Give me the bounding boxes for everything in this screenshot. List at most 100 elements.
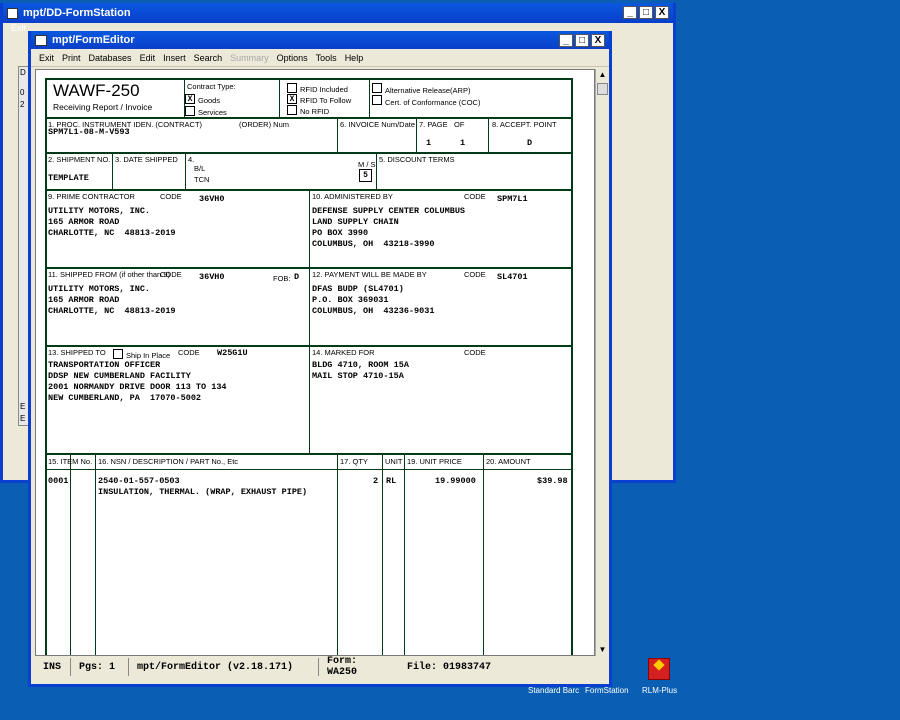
unit-price-field[interactable]: 19.99000 <box>435 476 476 487</box>
shipped-from-code-field[interactable]: 36VH0 <box>199 272 225 283</box>
menu-tools[interactable]: Tools <box>312 53 341 63</box>
coc-label: Cert. of Conformance (COC) <box>385 98 481 107</box>
marked-for-line-2[interactable]: MAIL STOP 4710-15A <box>312 371 404 382</box>
form-canvas[interactable]: WAWF-250 Receiving Report / Invoice Cont… <box>35 69 595 656</box>
scroll-thumb[interactable] <box>597 83 608 95</box>
window-titlebar[interactable]: mpt/FormEditor _ □ X <box>31 31 609 49</box>
fob-label: FOB: <box>273 274 291 283</box>
unit-field[interactable]: RL <box>386 476 396 487</box>
ship-in-place-checkbox[interactable] <box>113 349 123 359</box>
rfid-included-checkbox[interactable] <box>287 83 297 93</box>
shipment-no-label: 2. SHIPMENT NO. <box>48 155 111 164</box>
services-label: Services <box>198 108 227 117</box>
shipment-no-field[interactable]: TEMPLATE <box>48 173 89 184</box>
menu-search[interactable]: Search <box>190 53 227 63</box>
accept-point-field[interactable]: D <box>527 138 532 149</box>
status-app: mpt/FormEditor (v2.18.171) <box>129 658 319 676</box>
rfid-to-follow-checkbox[interactable]: X <box>287 94 297 104</box>
desktop-icon-label[interactable]: Standard Barc <box>528 686 579 695</box>
shipped-to-line-2[interactable]: DDSP NEW CUMBERLAND FACILITY <box>48 371 191 382</box>
form-title: WAWF-250 <box>53 81 140 100</box>
no-rfid-label: No RFID <box>300 107 330 116</box>
fob-field[interactable]: D <box>294 272 299 283</box>
prime-code-field[interactable]: 36VH0 <box>199 194 225 205</box>
form-editor-window[interactable]: mpt/FormEditor _ □ X Exit Print Database… <box>28 31 612 687</box>
menu-help[interactable]: Help <box>341 53 368 63</box>
prime-address-line-1[interactable]: UTILITY MOTORS, INC. <box>48 206 150 217</box>
maximize-button[interactable]: □ <box>575 34 589 47</box>
marked-for-line-1[interactable]: BLDG 4710, ROOM 15A <box>312 360 409 371</box>
page-number-field[interactable]: 1 <box>426 138 431 149</box>
desktop-icon-label[interactable]: RLM-Plus <box>642 686 677 695</box>
vertical-scrollbar[interactable]: ▲ ▼ <box>595 69 609 656</box>
no-rfid-checkbox[interactable] <box>287 105 297 115</box>
shipped-to-line-3[interactable]: 2001 NORMANDY DRIVE DOOR 113 TO 134 <box>48 382 227 393</box>
close-button[interactable]: X <box>591 34 605 47</box>
amount-field[interactable]: $39.98 <box>537 476 568 487</box>
status-file: File: 01983747 <box>407 661 492 673</box>
payment-line-3[interactable]: COLUMBUS, OH 43236-9031 <box>312 306 434 317</box>
item-no-header: 15. ITEM No. <box>48 457 93 466</box>
menu-insert[interactable]: Insert <box>159 53 190 63</box>
admin-address-line-2[interactable]: LAND SUPPLY CHAIN <box>312 217 399 228</box>
status-pages: Pgs: 1 <box>71 658 129 676</box>
arp-checkbox[interactable] <box>372 83 382 93</box>
shipped-to-line-1[interactable]: TRANSPORTATION OFFICER <box>48 360 160 371</box>
ms-label: M / S <box>358 160 376 169</box>
shipped-from-line-1[interactable]: UTILITY MOTORS, INC. <box>48 284 150 295</box>
arp-label: Alternative Release(ARP) <box>385 86 471 95</box>
admin-code-field[interactable]: SPM7L1 <box>497 194 528 205</box>
prime-address-line-3[interactable]: CHARLOTTE, NC 48813-2019 <box>48 228 176 239</box>
admin-address-line-4[interactable]: COLUMBUS, OH 43218-3990 <box>312 239 434 250</box>
item-no-field[interactable]: 0001 <box>48 476 68 487</box>
menu-options[interactable]: Options <box>273 53 312 63</box>
page-of-field[interactable]: 1 <box>460 138 465 149</box>
nsn-field[interactable]: 2540-01-557-0503 <box>98 476 180 487</box>
page-of-label: OF <box>454 120 465 129</box>
contract-number-field[interactable]: SPM7L1-08-M-V593 <box>48 127 130 138</box>
qty-field[interactable]: 2 <box>373 476 378 487</box>
menu-print[interactable]: Print <box>58 53 85 63</box>
status-mode: INS <box>35 658 71 676</box>
minimize-button[interactable]: _ <box>559 34 573 47</box>
accept-point-label: 8. ACCEPT. POINT <box>492 120 557 129</box>
scroll-up-arrow-icon[interactable]: ▲ <box>596 69 609 81</box>
menu-edit[interactable]: Edit <box>136 53 160 63</box>
unit-header: UNIT <box>385 457 403 466</box>
minimize-button[interactable]: _ <box>623 6 637 19</box>
admin-address-line-1[interactable]: DEFENSE SUPPLY CENTER COLUMBUS <box>312 206 465 217</box>
back-window-title: mpt/DD-FormStation <box>23 7 131 19</box>
close-button[interactable]: X <box>655 6 669 19</box>
nsn-header: 16. NSN / DESCRIPTION / PART No., Etc <box>98 457 239 466</box>
scroll-down-arrow-icon[interactable]: ▼ <box>596 644 609 656</box>
status-form: Form: WA250 <box>327 656 358 678</box>
desktop-icon-label[interactable]: FormStation <box>585 686 629 695</box>
payment-line-2[interactable]: P.O. BOX 369031 <box>312 295 389 306</box>
shipped-from-line-3[interactable]: CHARLOTTE, NC 48813-2019 <box>48 306 176 317</box>
status-bar: INS Pgs: 1 mpt/FormEditor (v2.18.171) Fo… <box>35 656 609 678</box>
back-window-titlebar[interactable]: mpt/DD-FormStation _ □ X <box>3 3 673 23</box>
shipped-to-code-field[interactable]: W25G1U <box>217 348 248 359</box>
app-icon <box>35 34 47 46</box>
shipped-from-line-2[interactable]: 165 ARMOR ROAD <box>48 295 119 306</box>
rlm-plus-icon[interactable] <box>648 658 670 680</box>
prime-address-line-2[interactable]: 165 ARMOR ROAD <box>48 217 119 228</box>
services-checkbox[interactable] <box>185 106 195 116</box>
discount-terms-label: 5. DISCOUNT TERMS <box>379 155 455 164</box>
ship-in-place-label: Ship In Place <box>126 351 171 360</box>
payment-line-1[interactable]: DFAS BUDP (SL4701) <box>312 284 404 295</box>
coc-checkbox[interactable] <box>372 95 382 105</box>
menu-exit[interactable]: Exit <box>35 53 58 63</box>
page-label: 7. PAGE <box>419 120 448 129</box>
maximize-button[interactable]: □ <box>639 6 653 19</box>
description-field[interactable]: INSULATION, THERMAL. (WRAP, EXHAUST PIPE… <box>98 487 307 498</box>
invoice-num-label: 6. INVOICE Num/Date <box>340 120 416 129</box>
menu-databases[interactable]: Databases <box>85 53 136 63</box>
field-4-label: 4. <box>188 155 195 164</box>
goods-checkbox[interactable]: X <box>185 94 195 104</box>
shipped-to-line-4[interactable]: NEW CUMBERLAND, PA 17070-5002 <box>48 393 201 404</box>
admin-address-line-3[interactable]: PO BOX 3990 <box>312 228 368 239</box>
payment-code-field[interactable]: SL4701 <box>497 272 528 283</box>
ms-field[interactable]: 5 <box>359 169 372 182</box>
administered-by-label: 10. ADMINISTERED BY <box>312 192 393 201</box>
